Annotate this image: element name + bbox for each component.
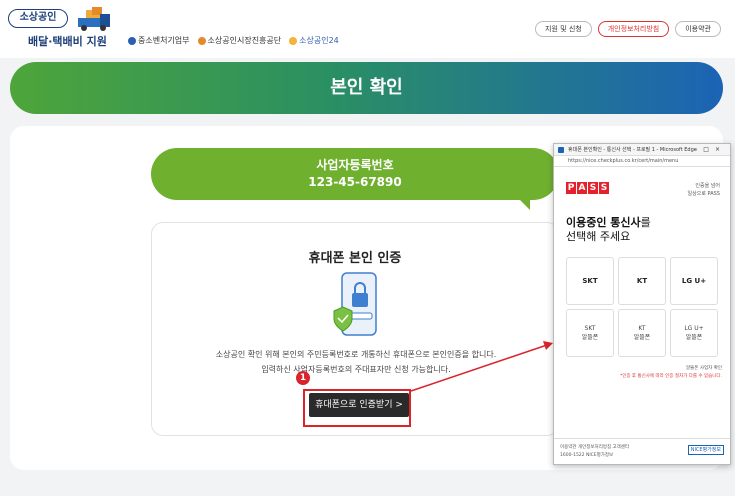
auth-title: 휴대폰 본인 인증: [308, 251, 402, 266]
page-title: 본인 확인: [10, 62, 723, 114]
popup-note: 알뜰폰 사업자 확인 *인증 후 통신사에 따라 인증 절차가 다를 수 있습니…: [619, 366, 722, 379]
carrier-grid: SKT KT LG U+ SKT 알뜰폰 KT 알뜰폰 LG U+ 알뜰폰: [566, 257, 718, 357]
logo-subtitle: 배달·택배비 지원: [28, 35, 107, 48]
site-header: 소상공인 배달·택배비 지원 중소벤처기업부 소상공인시장진흥공단 소상공인24…: [0, 0, 735, 58]
partner-logos: 중소벤처기업부 소상공인시장진흥공단 소상공인24: [128, 35, 339, 46]
bubble-tail: [516, 196, 530, 210]
carrier-kt[interactable]: KT: [618, 257, 666, 305]
top-link-terms[interactable]: 이용약관: [675, 21, 721, 37]
phone-lock-icon: [333, 272, 377, 336]
carrier-lgu-mvno[interactable]: LG U+ 알뜰폰: [670, 309, 718, 357]
top-link-apply[interactable]: 지원 및 신청: [535, 21, 592, 37]
business-number-bubble: 사업자등록번호 123-45-67890: [151, 148, 559, 200]
browser-icon: [558, 147, 564, 153]
window-controls[interactable]: –□×: [694, 144, 726, 156]
top-link-privacy[interactable]: 개인정보처리방침: [597, 21, 670, 37]
popup-titlebar: 휴대폰 본인확인 - 통신사 선택 - 프로필 1 - Microsoft Ed…: [554, 144, 730, 156]
carrier-skt-mvno[interactable]: SKT 알뜰폰: [566, 309, 614, 357]
popup-url: https://nice.checkplus.co.kr/cert/main/m…: [554, 156, 730, 167]
logo-badge: 소상공인: [8, 9, 68, 28]
delivery-truck-icon: [78, 7, 110, 31]
nice-badge: NICE평가정보: [687, 445, 724, 455]
highlight-box: [303, 389, 411, 427]
partner-sbiz24: 소상공인24: [289, 35, 339, 46]
carrier-kt-mvno[interactable]: KT 알뜰폰: [618, 309, 666, 357]
carrier-skt[interactable]: SKT: [566, 257, 614, 305]
carrier-lgu[interactable]: LG U+: [670, 257, 718, 305]
top-links: 지원 및 신청 개인정보처리방침 이용약관: [535, 21, 721, 37]
pass-tagline: 인증을 넘어 일상으로 PASS: [687, 183, 720, 197]
carrier-select-popup: 휴대폰 본인확인 - 통신사 선택 - 프로필 1 - Microsoft Ed…: [553, 143, 731, 465]
popup-footer: 이용약관 개인정보처리방침 고객센터 1600-1522 NICE평가정보 NI…: [554, 438, 730, 464]
partner-semas: 소상공인시장진흥공단: [197, 35, 281, 46]
pass-logo: P A S S: [566, 182, 609, 194]
step-badge: 1: [296, 371, 310, 385]
business-number-value: 123-45-67890: [308, 175, 402, 189]
partner-mss: 중소벤처기업부: [128, 35, 190, 46]
business-number-label: 사업자등록번호: [316, 158, 394, 172]
auth-description: 소상공인 확인 위해 본인의 주민등록번호로 개통하신 휴대폰으로 본인인증을 …: [215, 350, 497, 374]
popup-heading: 이용중인 통신사를 선택해 주세요: [566, 216, 651, 243]
